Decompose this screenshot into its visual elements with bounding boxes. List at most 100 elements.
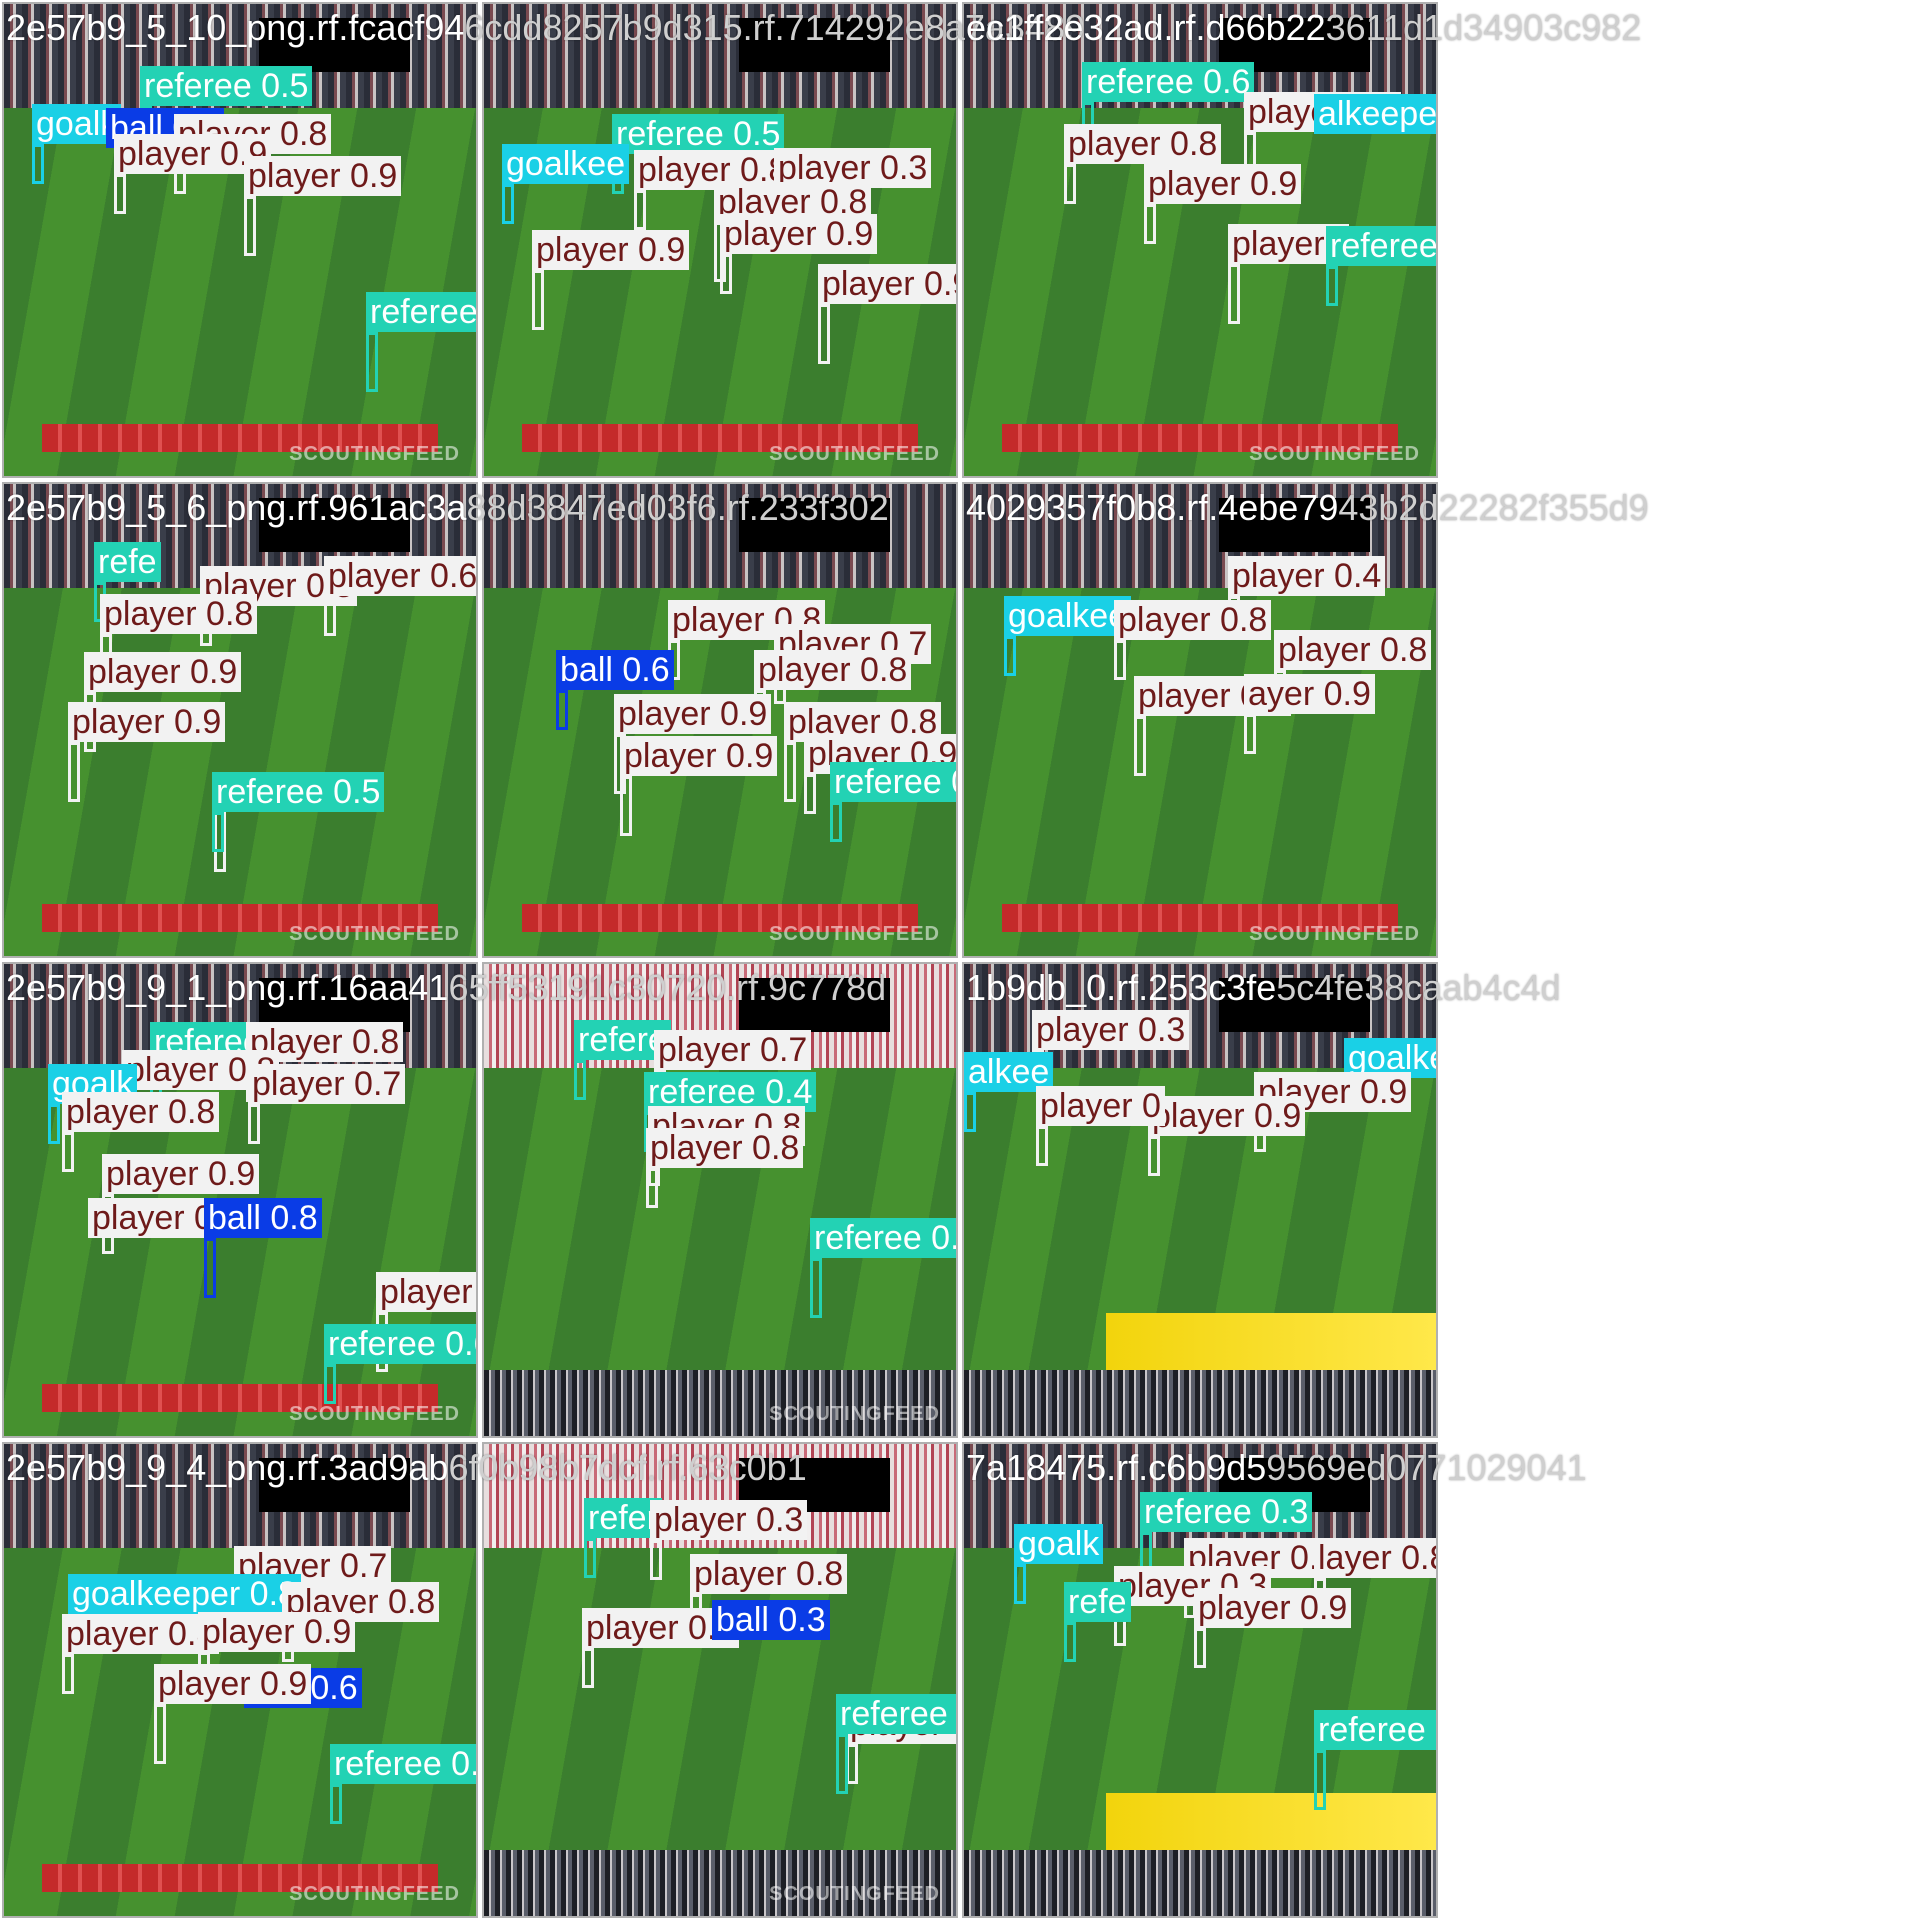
bounding-box [1244, 714, 1256, 754]
mosaic-tile: SCOUTINGFEEDreferee 0.5goalkball 0.4play… [2, 2, 478, 478]
detection-label: player 0.9 [244, 156, 402, 196]
bounding-box [212, 812, 224, 852]
detection-label: player 0.8 [754, 650, 912, 690]
detection-label: referee 0.9 [836, 1694, 956, 1734]
watermark: SCOUTINGFEED [1249, 923, 1420, 945]
bounding-box [244, 196, 256, 256]
bounding-box [784, 742, 796, 802]
tile-filename: 2e57b9_9_4_png.rf.3ad9ab6f0b98b7dcf.rf.6… [6, 1448, 807, 1488]
filename-overflow: 88d3847ed03f6.rf.233f302 [466, 487, 889, 528]
filename-overflow: 3611d1d34903c982 [1325, 7, 1642, 48]
bounding-box [582, 1648, 594, 1688]
detection-label: referee 0.9 [1314, 1710, 1436, 1750]
bounding-box [324, 1364, 336, 1404]
mosaic-tile: SCOUTINGFEED refer player 0.3 player 0.8 pla… [482, 1442, 958, 1918]
detection-label: player 0.8 [1114, 600, 1272, 640]
detection-label: referee 0.3 [330, 1744, 476, 1784]
bounding-box [68, 742, 80, 802]
detection-label: ball 0.3 [712, 1600, 830, 1640]
bounding-box [810, 1258, 822, 1318]
detection-label: player 0.9 [1144, 164, 1302, 204]
bounding-box [634, 190, 646, 230]
detection-label: player 0.9 [376, 1272, 476, 1312]
bounding-box [1064, 164, 1076, 204]
filename-overflow: 9569ed0771029041 [1266, 1447, 1587, 1488]
watermark: SCOUTINGFEED [289, 1883, 460, 1905]
crowd-foreground [964, 1849, 1436, 1916]
mosaic-tile: player 0.3alkeegoalkeeper 0.3player 0.9p… [962, 962, 1438, 1438]
filename-text: ec1ff2e32ad.rf.d66b22 [966, 7, 1326, 48]
watermark: SCOUTINGFEED [769, 923, 940, 945]
detection-label: referee 0.5 [612, 114, 785, 154]
detection-label: referee 0.6 [324, 1324, 476, 1364]
bounding-box [720, 254, 732, 294]
detection-label: referee 0.5 [212, 772, 385, 812]
detection-label: player 0.9 [154, 1664, 312, 1704]
crowd-foreground [964, 1369, 1436, 1436]
detection-label: player 0.8 [1274, 630, 1432, 670]
bounding-box [620, 776, 632, 836]
bounding-box [62, 1654, 74, 1694]
bounding-box [574, 1060, 586, 1100]
detection-label: player 0.3 [1032, 1010, 1190, 1050]
filename-overflow: 6f0b98b7dcf.rf.63c0b1 [448, 1447, 807, 1488]
detection-label: referee 0.3 [1140, 1492, 1313, 1532]
bounding-box [48, 1104, 60, 1144]
filename-overflow: 65ff53191c30720.rf.9c778d [448, 967, 887, 1008]
detection-label: layer 0.8 [1314, 1538, 1436, 1578]
detection-label: goalkee [1004, 596, 1132, 636]
detection-label: referee 0.9 [1326, 226, 1436, 266]
filename-text: 1b9db_0.rf.253c3fe [966, 967, 1277, 1008]
mosaic-tile: SCOUTINGFEED referee player 0.8 player 0.8 g… [2, 962, 478, 1438]
watermark: SCOUTINGFEED [289, 923, 460, 945]
tile-filename: 1b9db_0.rf.253c3fe5c4fe38caab4c4d [966, 968, 1561, 1008]
tile-filename: 2e57b9_9_1_png.rf.16aa4165ff53191c30720.… [6, 968, 886, 1008]
detection-label: player 0.3 [650, 1500, 808, 1540]
filename-overflow: 43b2d22282f355d9 [1338, 487, 1649, 528]
bounding-box [1144, 204, 1156, 244]
bounding-box [830, 802, 842, 842]
tile-filename: ec1ff2e32ad.rf.d66b223611d1d34903c982 [966, 8, 1641, 48]
bounding-box [330, 1784, 342, 1824]
detection-label: player 0.8 [690, 1554, 848, 1594]
watermark: SCOUTINGFEED [769, 1883, 940, 1905]
bounding-box [804, 774, 816, 814]
bounding-box [62, 1132, 74, 1172]
watermark: SCOUTINGFEED [769, 1403, 940, 1425]
mosaic-grid: SCOUTINGFEEDreferee 0.5goalkball 0.4play… [0, 0, 1450, 1918]
detection-label: player 0.9 [532, 230, 690, 270]
detection-label: ball 0.6 [556, 650, 674, 690]
bounding-box [1194, 1628, 1206, 1668]
detection-label: refe [1064, 1582, 1131, 1622]
detection-label: player 0.9 [102, 1154, 260, 1194]
detection-label: player 0.8 [62, 1614, 220, 1654]
detection-label: player 0.9 [84, 652, 242, 692]
bounding-box [1014, 1564, 1026, 1604]
filename-text: 7a18475.rf.c6b9d5 [966, 1447, 1267, 1488]
bounding-box [964, 1092, 976, 1132]
detection-label: player 0.8 [646, 1128, 804, 1168]
detection-label: player 0.9 [614, 694, 772, 734]
bounding-box [32, 144, 44, 184]
mosaic-tile: SCOUTINGFEED refere player 0.7 referee 0.4 p… [482, 962, 958, 1438]
detection-label: player 0.9 [1194, 1588, 1352, 1628]
detection-label: referee 0.6 [1082, 62, 1255, 102]
detection-label: ball 0.8 [204, 1198, 322, 1238]
tile-filename: 2e57b9_5_10_png.rf.fcacf946cdd8257b9d315… [6, 8, 1085, 48]
filename-text: 4029357f0b8.rf.4ebe79 [966, 487, 1339, 528]
detection-label: referee 0.9 [810, 1218, 956, 1258]
detection-label: player 0.9 [818, 264, 956, 304]
mosaic-tile: SCOUTINGFEED refe player 0.8 player 0.6 play… [2, 482, 478, 958]
bounding-box [502, 184, 514, 224]
bounding-box [1228, 264, 1240, 324]
bounding-box [248, 1104, 260, 1144]
filename-text: 2e57b9_5_6_png.rf.961ac3a [6, 487, 467, 528]
detection-label: referee 1.0 [366, 292, 476, 332]
filename-text: 2e57b9_9_1_png.rf.16aa41 [6, 967, 449, 1008]
bounding-box [1314, 1750, 1326, 1810]
bounding-box [1134, 716, 1146, 776]
filename-overflow: 5c4fe38caab4c4d [1276, 967, 1561, 1008]
detection-label: player 0.7 [654, 1030, 812, 1070]
bounding-box [154, 1704, 166, 1764]
bounding-box [1036, 1126, 1048, 1166]
